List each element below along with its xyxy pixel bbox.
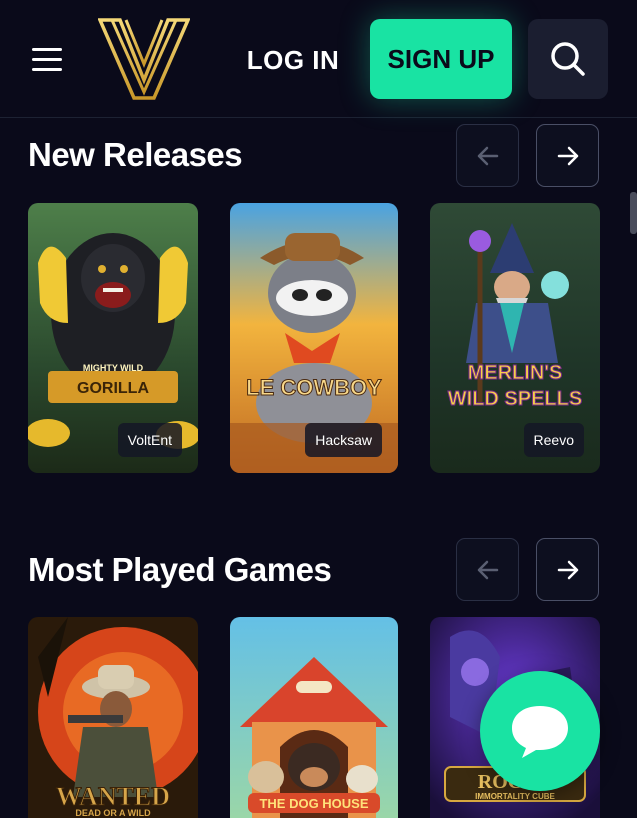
scrollbar-thumb[interactable] [630, 192, 637, 234]
login-button[interactable]: LOG IN [243, 38, 343, 82]
most-played-prev-button[interactable] [456, 538, 519, 601]
logo-v-icon[interactable] [97, 18, 191, 100]
section-title-most-played: Most Played Games [28, 551, 332, 588]
new-releases-next-button[interactable] [536, 124, 599, 187]
art-subtitle-rocky: IMMORTALITY CUBE [475, 792, 555, 801]
provider-badge: Reevo [523, 423, 584, 457]
arrow-left-icon [477, 560, 498, 579]
game-card-le-cowboy[interactable]: LE COWBOY Hacksaw [230, 203, 398, 473]
chat-bubble-icon [512, 706, 568, 758]
game-card-merlins-wild-spells[interactable]: MERLIN'S WILD SPELLS Reevo [430, 203, 600, 473]
art-subtitle-merlin: WILD SPELLS [448, 388, 582, 410]
game-card-wanted-dead-or-a-wild[interactable]: WANTED DEAD OR A WILD [28, 617, 198, 818]
arrow-right-icon [557, 146, 578, 165]
art-subtitle-wanted: DEAD OR A WILD [75, 808, 151, 818]
art-title-le-cowboy: LE COWBOY [246, 375, 382, 400]
site-header: LOG IN SIGN UP [0, 0, 637, 118]
art-title-merlin: MERLIN'S [468, 362, 563, 384]
art-supertitle-gorilla: MIGHTY WILD [83, 363, 144, 373]
signup-button[interactable]: SIGN UP [370, 19, 512, 99]
provider-badge: VoltEnt [117, 423, 182, 457]
provider-badge: Hacksaw [305, 423, 382, 457]
search-button[interactable] [528, 19, 608, 99]
search-icon [551, 42, 585, 76]
art-title-dog-house: THE DOG HOUSE [259, 796, 368, 811]
art-title-wanted: WANTED [56, 782, 170, 811]
game-card-mighty-wild-gorilla[interactable]: GORILLA MIGHTY WILD VoltEnt [28, 203, 198, 473]
game-card-the-dog-house[interactable]: THE DOG HOUSE [230, 617, 398, 818]
art-title-gorilla: GORILLA [77, 380, 149, 397]
most-played-next-button[interactable] [536, 538, 599, 601]
game-thumbnail-wanted: WANTED DEAD OR A WILD [28, 617, 198, 818]
new-releases-prev-button[interactable] [456, 124, 519, 187]
menu-icon[interactable] [28, 40, 68, 80]
game-thumbnail-dog-house: THE DOG HOUSE [230, 617, 398, 818]
section-title-new-releases: New Releases [28, 136, 243, 173]
arrow-right-icon [557, 560, 578, 579]
arrow-left-icon [477, 146, 498, 165]
chat-button[interactable] [480, 671, 600, 791]
